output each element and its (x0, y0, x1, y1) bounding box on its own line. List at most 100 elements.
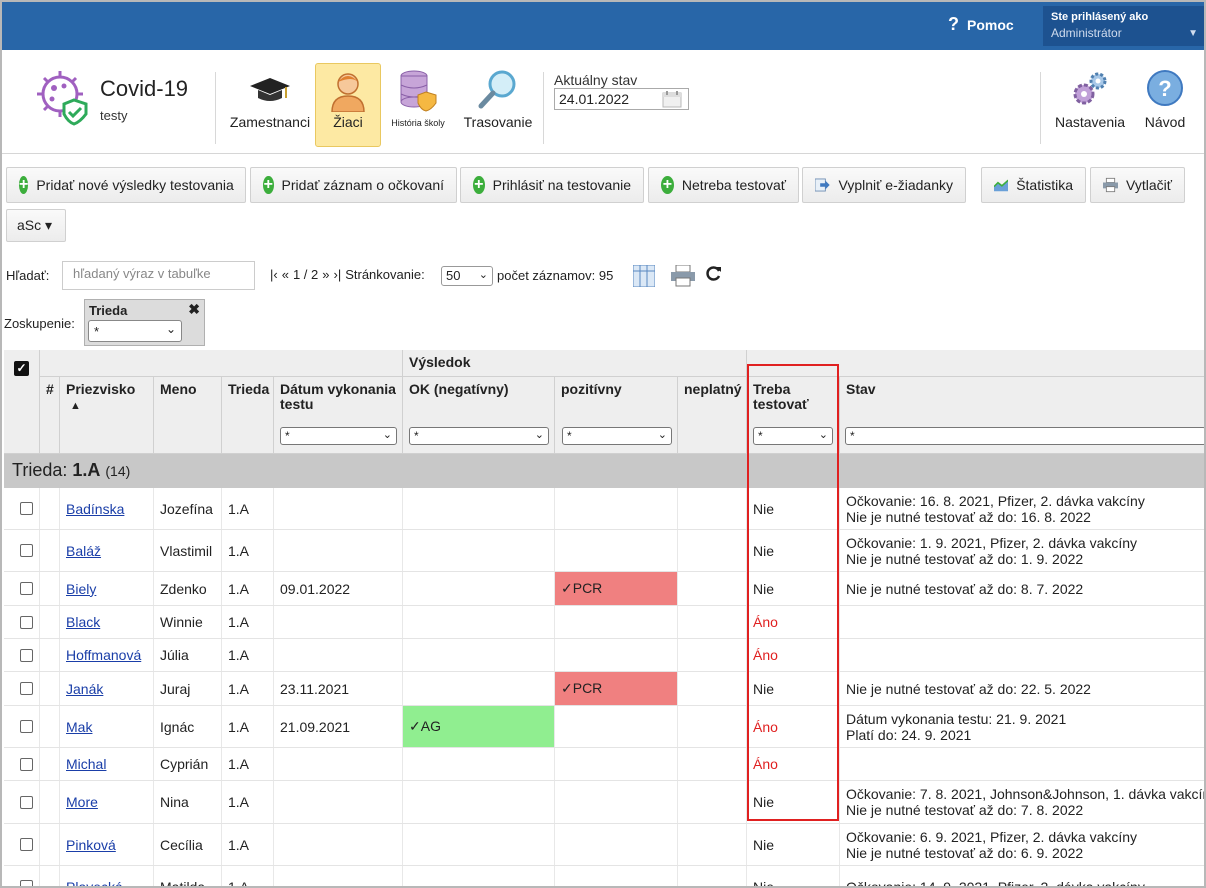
table-row[interactable]: Michal Cyprián 1.A Áno (4, 748, 1204, 781)
row-checkbox[interactable] (20, 544, 33, 557)
help-link[interactable]: ? Pomoc (948, 14, 1014, 35)
cell-status: Očkovanie: 1. 9. 2021, Pfizer, 2. dávka … (840, 530, 1204, 571)
register-testing-button[interactable]: + Prihlásiť na testovanie (460, 167, 644, 203)
user-menu[interactable]: Ste prihlásený ako Administrátor ▼ (1043, 6, 1204, 46)
col-class[interactable]: Trieda (222, 377, 274, 454)
printer-icon[interactable] (671, 265, 695, 287)
select-all-cell: ✓ (4, 350, 40, 454)
cell-date (274, 530, 403, 571)
table-row[interactable]: Biely Zdenko 1.A 09.01.2022 ✓PCR Nie Nie je nu… (4, 572, 1204, 606)
row-checkbox[interactable] (20, 502, 33, 515)
cell-num (40, 748, 60, 780)
select-all-checkbox[interactable]: ✓ (14, 361, 29, 376)
add-vaccination-button[interactable]: + Pridať záznam o očkovaní (250, 167, 457, 203)
nav-historia-skoly[interactable]: História školy (385, 63, 451, 147)
cell-surname[interactable]: Hoffmanová (60, 639, 154, 671)
svg-text:?: ? (1158, 76, 1171, 101)
pager-prev[interactable]: « (282, 267, 289, 282)
nav-nastavenia[interactable]: Nastavenia (1052, 63, 1128, 147)
printer-icon (1103, 177, 1119, 193)
chevron-down-icon: ⌄ (478, 269, 488, 281)
cell-date (274, 748, 403, 780)
row-checkbox[interactable] (20, 720, 33, 733)
close-icon[interactable]: ✖ (188, 301, 200, 318)
print-button[interactable]: Vytlačiť (1090, 167, 1185, 203)
cell-surname[interactable]: Plavecká (60, 866, 154, 886)
cell-date (274, 781, 403, 823)
filter-positive[interactable]: * ⌄ (562, 427, 672, 445)
cell-date: 09.01.2022 (274, 572, 403, 605)
filter-date[interactable]: * ⌄ (280, 427, 397, 445)
calendar-icon[interactable] (662, 90, 682, 108)
pager-first[interactable]: |‹ (270, 267, 278, 282)
cell-name: Cecília (154, 824, 222, 865)
cell-positive (555, 824, 678, 865)
cell-invalid (678, 781, 747, 823)
table-row[interactable]: Hoffmanová Júlia 1.A Áno (4, 639, 1204, 672)
cell-surname[interactable]: Black (60, 606, 154, 638)
table-row[interactable]: Pinková Cecília 1.A Nie Očkovanie: 6. 9. 202… (4, 824, 1204, 866)
app-title: Covid-19 (100, 76, 189, 101)
filter-ok[interactable]: * ⌄ (409, 427, 549, 445)
no-testing-needed-button[interactable]: + Netreba testovať (648, 167, 799, 203)
nav-label: História školy (391, 118, 445, 128)
cell-surname[interactable]: Mak (60, 706, 154, 747)
col-invalid[interactable]: neplatný (678, 377, 747, 454)
cell-surname[interactable]: Janák (60, 672, 154, 705)
user-role: Administrátor (1051, 26, 1122, 40)
table-row[interactable]: Badínska Jozefína 1.A Nie Očkovanie: 16. 8. … (4, 488, 1204, 530)
search-input[interactable]: hľadaný výraz v tabuľke (62, 261, 255, 290)
cell-invalid (678, 824, 747, 865)
row-checkbox[interactable] (20, 757, 33, 771)
cell-surname[interactable]: Biely (60, 572, 154, 605)
cell-surname[interactable]: Michal (60, 748, 154, 780)
row-checkbox[interactable] (20, 880, 33, 886)
pager-last[interactable]: ›| (333, 267, 341, 282)
refresh-icon[interactable] (705, 265, 722, 282)
col-surname[interactable]: Priezvisko ▲ (60, 377, 154, 454)
row-checkbox[interactable] (20, 648, 33, 662)
cell-positive (555, 781, 678, 823)
table-row[interactable]: Mak Ignác 1.A 21.09.2021 ✓AG Áno Dátum vykonan… (4, 706, 1204, 748)
cell-class: 1.A (222, 781, 274, 823)
nav-ziaci[interactable]: Žiaci (315, 63, 381, 147)
table-row[interactable]: Black Winnie 1.A Áno (4, 606, 1204, 639)
cell-surname[interactable]: Badínska (60, 488, 154, 529)
filter-need-test[interactable]: * ⌄ (753, 427, 833, 445)
status-line: Nie je nutné testovať až do: 16. 8. 2022 (846, 508, 1091, 525)
table-row[interactable]: Plavecká Matilda 1.A Nie Očkovanie: 14. 9. 2… (4, 866, 1204, 886)
asc-menu-button[interactable]: aSc ▾ (6, 209, 66, 242)
row-checkbox[interactable] (20, 795, 33, 809)
cell-num (40, 572, 60, 605)
user-caption: Ste prihlásený ako (1051, 11, 1149, 23)
row-checkbox[interactable] (20, 615, 33, 629)
row-checkbox[interactable] (20, 582, 33, 595)
group-header-row[interactable]: Trieda: 1.A (14) (4, 454, 1204, 488)
nav-trasovanie[interactable]: Trasovanie (460, 63, 536, 147)
cell-num (40, 866, 60, 886)
grouping-select[interactable]: * ⌄ (88, 320, 182, 342)
cell-surname[interactable]: Pinková (60, 824, 154, 865)
nav-navod[interactable]: ? Návod (1138, 63, 1192, 147)
columns-icon[interactable] (633, 265, 655, 287)
search-label: Hľadať: (6, 268, 50, 283)
table-row[interactable]: More Nina 1.A Nie Očkovanie: 7. 8. 2021, Joh… (4, 781, 1204, 824)
cell-surname[interactable]: Baláž (60, 530, 154, 571)
row-checkbox[interactable] (20, 682, 33, 695)
chevron-down-icon: ⌄ (382, 429, 392, 441)
plus-icon: + (661, 176, 674, 194)
cell-surname[interactable]: More (60, 781, 154, 823)
table-row[interactable]: Janák Juraj 1.A 23.11.2021 ✓PCR Nie Nie je nut… (4, 672, 1204, 706)
page-size-select[interactable]: 50 ⌄ (441, 266, 493, 286)
pager-next[interactable]: » (322, 267, 329, 282)
cell-need: Nie (747, 866, 840, 886)
cell-need: Nie (747, 672, 840, 705)
fill-e-requests-button[interactable]: Vyplniť e-žiadanky (802, 167, 966, 203)
statistics-button[interactable]: Štatistika (981, 167, 1086, 203)
nav-zamestnanci[interactable]: Zamestnanci (228, 63, 312, 147)
table-row[interactable]: Baláž Vlastimil 1.A Nie Očkovanie: 1. 9. 202… (4, 530, 1204, 572)
add-test-results-button[interactable]: + Pridať nové výsledky testovania (6, 167, 246, 203)
row-checkbox[interactable] (20, 838, 33, 851)
filter-status[interactable]: * (845, 427, 1204, 445)
col-name[interactable]: Meno (154, 377, 222, 454)
